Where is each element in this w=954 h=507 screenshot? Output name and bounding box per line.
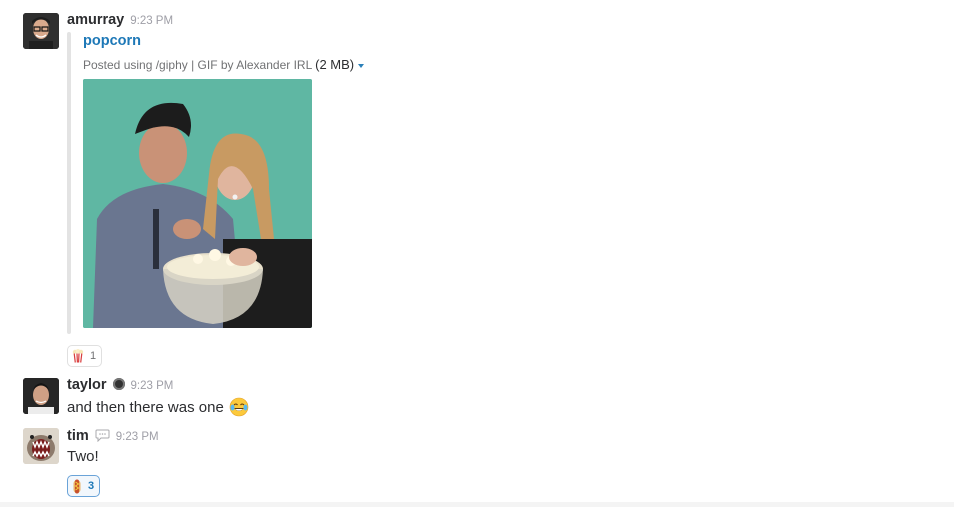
reaction-hotdog[interactable]: 3: [67, 475, 101, 497]
avatar[interactable]: [23, 428, 59, 464]
reaction-count: 1: [90, 350, 97, 362]
timestamp[interactable]: 9:23 PM: [116, 431, 159, 443]
timestamp[interactable]: 9:23 PM: [131, 380, 174, 392]
file-size: (2 MB): [315, 57, 355, 72]
message-header: amurray 9:23 PM: [67, 12, 173, 28]
message-header: tim 9:23 PM: [67, 427, 159, 445]
message-amurray: amurray 9:23 PM popcorn Posted using /gi…: [0, 0, 954, 370]
message-text-content: and then there was one: [67, 398, 224, 416]
gif-image[interactable]: [83, 79, 312, 328]
popcorn-icon: [72, 349, 84, 363]
message-header: taylor 9:23 PM: [67, 377, 173, 393]
speech-bubble-icon: [95, 429, 110, 447]
author-name[interactable]: taylor: [67, 377, 107, 393]
attachment-title-link[interactable]: popcorn: [83, 33, 141, 49]
reaction-popcorn[interactable]: 1: [67, 345, 103, 367]
timestamp[interactable]: 9:23 PM: [130, 15, 173, 27]
author-name[interactable]: tim: [67, 428, 89, 444]
avatar[interactable]: [23, 378, 59, 414]
message-tim: tim 9:23 PM Two! 3: [0, 422, 954, 502]
joy-emoji-icon: [229, 397, 249, 417]
avatar[interactable]: [23, 13, 59, 49]
collapse-caret-icon[interactable]: [358, 63, 365, 68]
message-taylor: taylor 9:23 PM and then there was one: [0, 370, 954, 422]
message-text: and then there was one: [67, 397, 249, 417]
message-text: Two!: [67, 448, 99, 465]
message-list-bottom-divider: [0, 502, 954, 507]
attachment-border: [67, 32, 71, 334]
attachment-meta: Posted using /giphy | GIF by Alexander I…: [83, 57, 365, 72]
dark-circle-status-icon: [112, 378, 125, 390]
hotdog-icon: [72, 479, 82, 494]
attachment-source-text: Posted using /giphy | GIF by Alexander I…: [83, 58, 312, 72]
author-name[interactable]: amurray: [67, 12, 124, 28]
reaction-count: 3: [88, 480, 95, 492]
